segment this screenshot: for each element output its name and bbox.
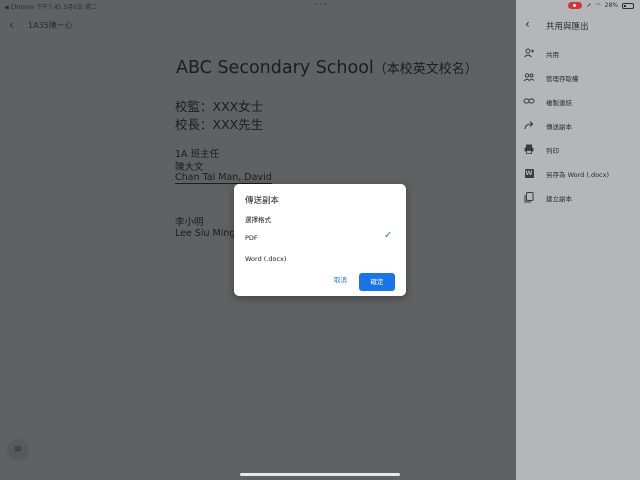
panel-item-label: 共用 <box>546 51 559 59</box>
cancel-button[interactable]: 取消 <box>334 274 347 284</box>
class-teacher-title: 1A 班主任 <box>175 149 220 160</box>
dialog-subtitle: 選擇格式 <box>245 216 271 224</box>
status-bar: ◀ Chrome 下午7:45 5月6日 週二 ••• ➚ ◠ 28% <box>0 0 640 11</box>
panel-header: ‹ 共用與匯出 <box>516 14 640 34</box>
send-copy-dialog: 傳送副本 選擇格式 PDF ✓ Word (.docx) 取消 確定 <box>234 184 406 296</box>
people-icon <box>523 71 535 83</box>
format-option-label: Word (.docx) <box>245 255 287 263</box>
chevron-left-icon[interactable]: ‹ <box>9 18 14 32</box>
format-option-word[interactable]: Word (.docx) <box>234 251 406 269</box>
panel-item-label: 管理存取權 <box>546 75 579 83</box>
battery-percent: 28% <box>604 2 618 9</box>
student-name-cn: 李小明 <box>175 217 204 228</box>
panel-item-make-copy[interactable]: 建立副本 <box>516 187 640 207</box>
person-add-icon <box>523 47 535 59</box>
format-option-label: PDF <box>245 234 258 242</box>
panel-title: 共用與匯出 <box>546 22 589 32</box>
status-right: ➚ ◠ 28% <box>568 2 634 9</box>
panel-item-label: 另存為 Word (.docx) <box>546 171 610 179</box>
printer-icon <box>523 143 535 155</box>
supervisor-line: 校監：XXX女士 <box>175 99 264 114</box>
format-option-pdf[interactable]: PDF ✓ <box>234 230 406 248</box>
share-export-panel: ‹ 共用與匯出 共用 管理存取權 複製連結 傳送副本 列印 W 另存為 Word <box>516 0 640 480</box>
home-indicator[interactable] <box>240 473 400 476</box>
teacher-name-cn: 陳大文 <box>175 162 204 173</box>
panel-item-save-as-word[interactable]: W 另存為 Word (.docx) <box>516 163 640 183</box>
doc-topbar: ‹ 1A35陳一心 <box>0 13 516 37</box>
school-name-en: ABC Secondary School <box>176 58 374 78</box>
status-left[interactable]: ◀ Chrome 下午7:45 5月6日 週二 <box>4 2 97 11</box>
panel-back-icon[interactable]: ‹ <box>525 17 530 31</box>
multitask-dots[interactable]: ••• <box>314 1 328 8</box>
battery-icon <box>622 2 634 9</box>
school-title: ABC Secondary School（本校英文校名） <box>176 58 478 78</box>
ok-button[interactable]: 確定 <box>359 273 395 291</box>
panel-item-label: 傳送副本 <box>546 123 572 131</box>
principal-line: 校長：XXX先生 <box>175 117 264 132</box>
link-icon <box>523 95 535 107</box>
panel-item-print[interactable]: 列印 <box>516 139 640 159</box>
screen-record-icon[interactable] <box>568 2 583 9</box>
word-icon: W <box>524 169 534 178</box>
location-icon: ➚ <box>586 2 592 9</box>
student-name-en: Lee Siu Ming <box>175 228 236 239</box>
school-name-cn: （本校英文校名） <box>373 62 478 77</box>
forward-arrow-icon <box>523 119 535 131</box>
panel-item-copy-link[interactable]: 複製連結 <box>516 91 640 111</box>
dialog-title: 傳送副本 <box>245 196 280 206</box>
checkmark-icon: ✓ <box>384 230 393 241</box>
panel-item-send-copy[interactable]: 傳送副本 <box>516 115 640 135</box>
panel-item-label: 複製連結 <box>546 99 572 107</box>
panel-item-label: 建立副本 <box>546 195 572 203</box>
panel-item-label: 列印 <box>546 147 559 155</box>
wifi-icon: ◠ <box>595 2 601 9</box>
panel-item-manage-access[interactable]: 管理存取權 <box>516 67 640 87</box>
teacher-name-en: Chan Tai Man, David <box>175 172 272 184</box>
copy-icon <box>523 191 535 203</box>
menu-fab-icon[interactable]: ≡ <box>7 439 29 461</box>
doc-title: 1A35陳一心 <box>28 21 73 30</box>
panel-item-share[interactable]: 共用 <box>516 43 640 63</box>
